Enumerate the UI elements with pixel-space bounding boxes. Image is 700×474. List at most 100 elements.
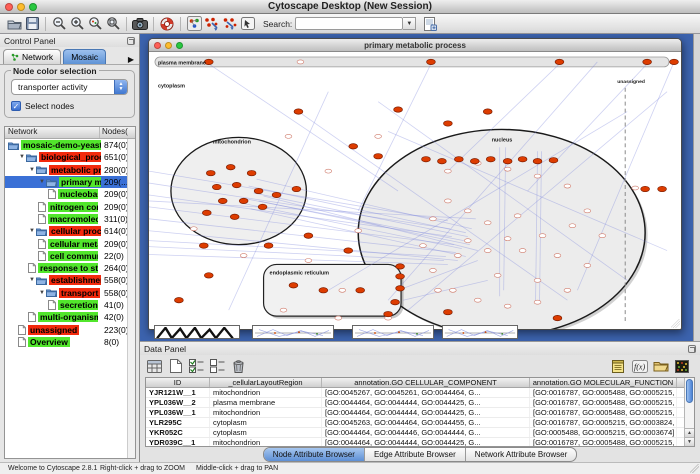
- network-node-selected-color[interactable]: [319, 288, 328, 293]
- network-node[interactable]: [375, 134, 382, 138]
- network-node-selected-color[interactable]: [549, 158, 558, 163]
- network-node[interactable]: [484, 221, 491, 225]
- minimized-window-thumbnail-0[interactable]: [154, 325, 240, 339]
- zoom-out-icon[interactable]: [50, 15, 68, 32]
- tab-edge-attribute-browser[interactable]: Edge Attribute Browser: [365, 448, 466, 461]
- network-node[interactable]: [190, 227, 197, 231]
- tree-item-transport[interactable]: ▼transport558(0): [5, 287, 135, 299]
- column-header-2[interactable]: annotation.GO CELLULAR_COMPONENT: [322, 378, 530, 387]
- tree-item-cell-communicat[interactable]: cell communicat22(0): [5, 250, 135, 262]
- table-row[interactable]: YPL036W__2plasma membrane[GO:0044464, GO…: [146, 398, 694, 408]
- network-node-selected-color[interactable]: [175, 298, 184, 303]
- tab-overflow-arrow[interactable]: ▶: [126, 55, 136, 64]
- network-node-selected-color[interactable]: [394, 107, 403, 112]
- network-node[interactable]: [564, 184, 571, 188]
- expand-arrow-icon[interactable]: ▼: [18, 154, 26, 160]
- network-canvas[interactable]: plasma membranecytoplasmmitochondrionnuc…: [149, 52, 681, 329]
- network-node-selected-color[interactable]: [396, 274, 405, 279]
- network-node[interactable]: [335, 316, 342, 320]
- tree-item-biological-process[interactable]: ▼biological_process651(0): [5, 151, 135, 163]
- layout-right-icon[interactable]: [221, 15, 239, 32]
- network-node[interactable]: [554, 254, 561, 258]
- color-attribute-dropdown[interactable]: transporter activity ▲▼: [11, 79, 128, 95]
- network-node-selected-color[interactable]: [641, 186, 650, 191]
- network-canvas-area[interactable]: plasma membranecytoplasmmitochondrionnuc…: [149, 52, 681, 329]
- attribute-table-icon[interactable]: [146, 358, 163, 374]
- network-node-selected-color[interactable]: [356, 288, 365, 293]
- network-node[interactable]: [569, 224, 576, 228]
- network-node-selected-color[interactable]: [254, 188, 263, 193]
- tree-col-network[interactable]: Network: [5, 127, 100, 138]
- import-attributes-icon[interactable]: [652, 358, 669, 374]
- column-header-0[interactable]: ID: [146, 378, 210, 387]
- network-node-selected-color[interactable]: [212, 184, 221, 189]
- network-node-selected-color[interactable]: [292, 186, 301, 191]
- network-node[interactable]: [519, 249, 526, 253]
- save-icon[interactable]: [23, 15, 41, 32]
- network-node[interactable]: [534, 278, 541, 282]
- tree-item-nucleobase-[interactable]: nucleobase-209(0): [5, 188, 135, 200]
- notes-icon[interactable]: [610, 358, 627, 374]
- network-node[interactable]: [494, 273, 501, 277]
- tree-item-mosaic-demo-yeast[interactable]: mosaic-demo-yeast874(0): [5, 139, 135, 151]
- network-node[interactable]: [474, 298, 481, 302]
- table-scrollbar[interactable]: ▲ ▼: [684, 378, 694, 446]
- network-node-selected-color[interactable]: [503, 159, 512, 164]
- tab-mosaic[interactable]: Mosaic: [63, 49, 106, 64]
- float-panel-icon[interactable]: [688, 345, 696, 353]
- network-node[interactable]: [355, 229, 362, 233]
- network-node[interactable]: [444, 199, 451, 203]
- network-node-selected-color[interactable]: [230, 214, 239, 219]
- expand-arrow-icon[interactable]: ▼: [38, 290, 46, 296]
- tree-item-cellular-process[interactable]: ▼cellular process614(0): [5, 225, 135, 237]
- network-node[interactable]: [420, 244, 427, 248]
- network-node-selected-color[interactable]: [258, 204, 267, 209]
- scroll-up-icon[interactable]: ▲: [685, 428, 694, 437]
- network-node[interactable]: [240, 254, 247, 258]
- tree-item-secretion[interactable]: secretion41(0): [5, 299, 135, 311]
- network-node[interactable]: [534, 300, 541, 304]
- layout-left-icon[interactable]: [203, 15, 221, 32]
- expand-arrow-icon[interactable]: ▼: [38, 179, 46, 185]
- region-plasma-membrane[interactable]: [155, 57, 669, 67]
- network-node[interactable]: [504, 237, 511, 241]
- expand-arrow-icon[interactable]: ▼: [28, 167, 36, 173]
- table-scrollbar-thumb[interactable]: [686, 379, 693, 403]
- column-header-1[interactable]: _cellularLayoutRegion: [210, 378, 322, 387]
- function-builder-icon[interactable]: f(x): [631, 358, 648, 374]
- column-header-3[interactable]: annotation.GO MOLECULAR_FUNCTION: [530, 378, 677, 387]
- tree-item-primary-metabo[interactable]: ▼primary metabo209(...: [5, 176, 135, 188]
- tab-network-attribute-browser[interactable]: Network Attribute Browser: [466, 448, 576, 461]
- network-node-selected-color[interactable]: [206, 170, 215, 175]
- network-node-selected-color[interactable]: [294, 109, 303, 114]
- window-resize-grip[interactable]: [671, 319, 680, 328]
- network-node[interactable]: [449, 288, 456, 292]
- tree-scrollbar[interactable]: [127, 139, 135, 458]
- network-node-selected-color[interactable]: [349, 144, 358, 149]
- network-window-titlebar[interactable]: primary metabolic process: [149, 39, 681, 52]
- network-node[interactable]: [339, 288, 346, 292]
- network-node[interactable]: [454, 254, 461, 258]
- network-node-selected-color[interactable]: [199, 243, 208, 248]
- help-lifering-icon[interactable]: [158, 15, 176, 32]
- snapshot-camera-icon[interactable]: [131, 15, 149, 32]
- table-row[interactable]: YKR052Ccytoplasm[GO:0044464, GO:0044446,…: [146, 428, 694, 438]
- network-node-selected-color[interactable]: [422, 157, 431, 162]
- table-row[interactable]: YPL036W__1mitochondrion[GO:0044464, GO:0…: [146, 408, 694, 418]
- open-icon[interactable]: [5, 15, 23, 32]
- network-node-selected-color[interactable]: [218, 198, 227, 203]
- search-input[interactable]: [295, 17, 403, 30]
- network-node-selected-color[interactable]: [374, 154, 383, 159]
- network-node[interactable]: [504, 304, 511, 308]
- zoom-fit-icon[interactable]: [104, 15, 122, 32]
- network-node[interactable]: [464, 209, 471, 213]
- select-attributes-icon[interactable]: [188, 358, 205, 374]
- network-node-selected-color[interactable]: [232, 182, 241, 187]
- network-node[interactable]: [564, 288, 571, 292]
- network-node-selected-color[interactable]: [264, 243, 273, 248]
- select-nodes-checkbox[interactable]: ✓: [11, 101, 21, 111]
- network-node[interactable]: [280, 308, 287, 312]
- network-node-selected-color[interactable]: [204, 273, 213, 278]
- expand-arrow-icon[interactable]: ▼: [28, 277, 36, 283]
- network-node[interactable]: [484, 249, 491, 253]
